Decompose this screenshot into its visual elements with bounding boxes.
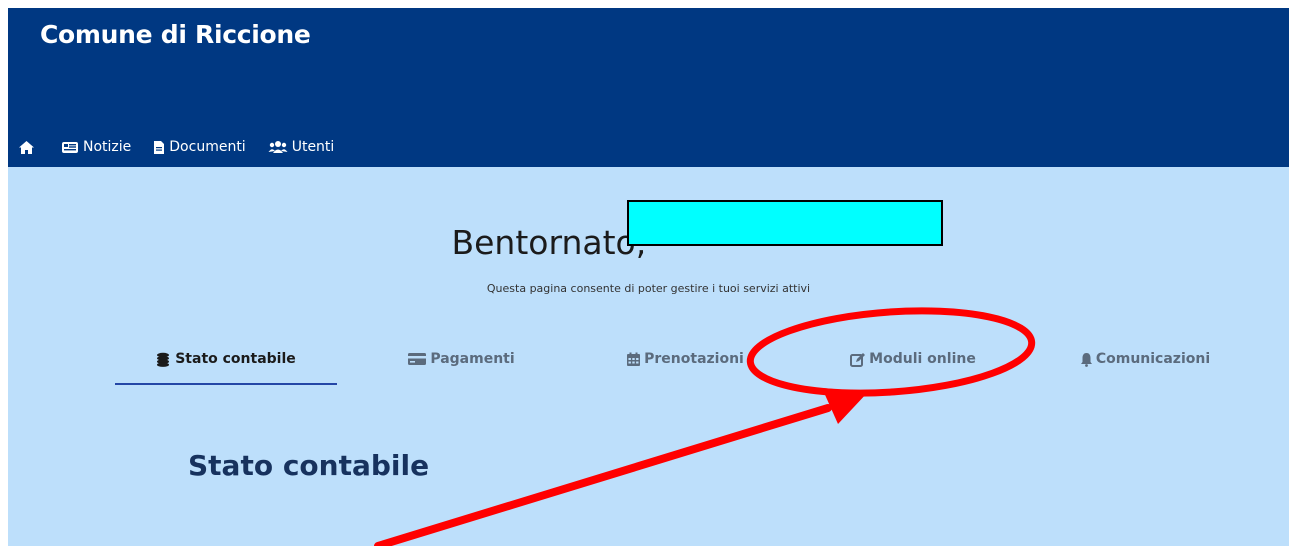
tab-label-stato-contabile: Stato contabile [175,351,296,367]
credit-card-icon [408,353,427,365]
site-brand[interactable]: Comune di Riccione [40,20,311,49]
tab-label-moduli-online: Moduli online [869,351,976,367]
edit-icon [850,353,866,367]
tab-comunicazioni[interactable]: Comunicazioni [1075,351,1215,383]
nav-item-notizie[interactable]: Notizie [61,139,131,155]
coins-icon [157,352,170,367]
home-icon [19,140,34,154]
services-tabs: Stato contabile Pagamenti Prenotazioni M… [115,351,1257,385]
welcome-greeting: Bentornato, [451,223,647,262]
nav-label-utenti: Utenti [291,139,335,155]
tab-label-prenotazioni: Prenotazioni [644,351,744,367]
nav-item-home[interactable] [18,140,39,155]
tab-moduli-online[interactable]: Moduli online [848,351,978,383]
nav-label-documenti: Documenti [169,139,246,155]
newspaper-icon [62,141,78,153]
document-icon [154,140,165,154]
tab-label-pagamenti: Pagamenti [430,351,515,367]
nav-item-documenti[interactable]: Documenti [153,139,246,155]
welcome-subtitle: Questa pagina consente di poter gestire … [486,282,811,295]
main-nav: Notizie Documenti Utenti [18,136,356,158]
users-icon [268,141,288,153]
tab-pagamenti[interactable]: Pagamenti [401,351,521,383]
section-title: Stato contabile [188,449,430,482]
bell-icon [1080,353,1092,367]
calendar-icon [627,352,641,366]
site-header: Comune di Riccione Notizie Documenti Ute… [8,8,1289,167]
tab-label-comunicazioni: Comunicazioni [1095,351,1211,367]
redaction-box [627,200,943,246]
tab-prenotazioni[interactable]: Prenotazioni [625,351,745,383]
nav-item-utenti[interactable]: Utenti [268,139,335,155]
tab-stato-contabile[interactable]: Stato contabile [115,351,337,385]
main-content: Bentornato, Questa pagina consente di po… [8,167,1289,546]
app-frame: Comune di Riccione Notizie Documenti Ute… [8,8,1289,546]
nav-label-notizie: Notizie [83,139,132,155]
